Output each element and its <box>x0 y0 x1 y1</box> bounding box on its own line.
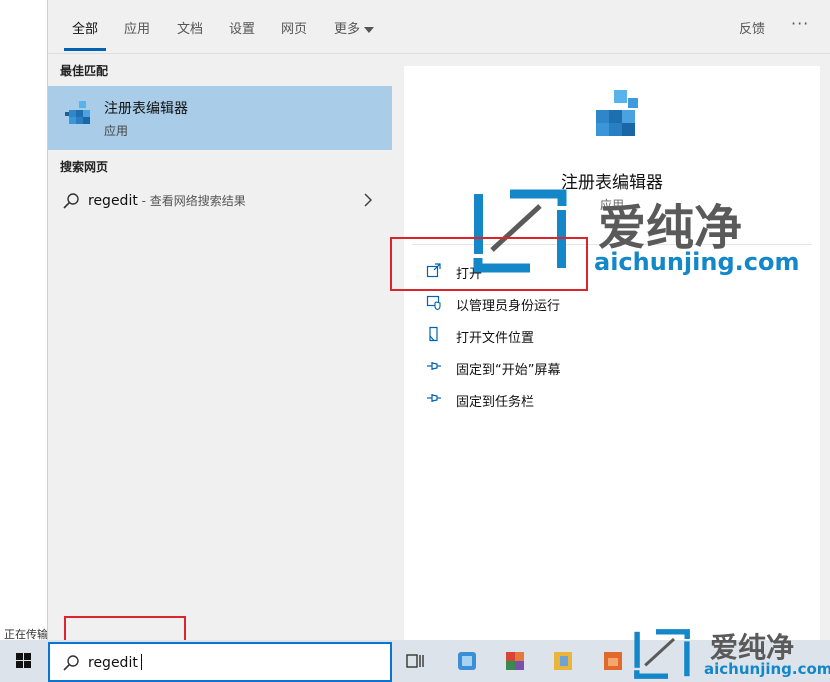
taskbar-app-yellow-icon[interactable] <box>552 650 574 672</box>
pin-icon <box>427 362 441 370</box>
shield-run-icon <box>426 295 441 310</box>
taskbar-app-red-icon[interactable] <box>504 650 526 672</box>
feedback-button[interactable]: 反馈 <box>739 18 765 37</box>
action-open-file-location[interactable]: 打开文件位置 <box>426 322 726 348</box>
action-pin-to-taskbar[interactable]: 固定到任务栏 <box>426 386 726 412</box>
best-match-heading: 最佳匹配 <box>60 64 109 78</box>
chevron-down-icon <box>364 26 375 33</box>
action-pin-to-start-label: 固定到“开始”屏幕 <box>456 363 561 378</box>
web-query-text: regedit - 查看网络搜索结果 <box>88 192 246 209</box>
search-input-value: regedit <box>88 655 138 671</box>
taskbar-app-blue-icon[interactable] <box>456 650 478 672</box>
tab-documents[interactable]: 文档 <box>177 18 203 37</box>
windows-start-icon[interactable] <box>0 640 48 682</box>
task-view-icon[interactable] <box>404 650 426 672</box>
web-search-result[interactable]: regedit - 查看网络搜索结果 <box>48 182 392 220</box>
tab-web[interactable]: 网页 <box>281 18 307 37</box>
action-run-as-admin[interactable]: 以管理员身份运行 <box>426 290 726 316</box>
search-input-text[interactable]: regedit <box>88 654 142 671</box>
more-options-button[interactable]: ··· <box>791 14 809 33</box>
search-panel: 全部 应用 文档 设置 网页 更多 反馈 ··· 最佳匹配 注册表编辑器 应用 … <box>48 0 830 640</box>
action-run-as-admin-label: 以管理员身份运行 <box>456 299 561 314</box>
chevron-right-icon[interactable] <box>362 192 374 208</box>
web-query: regedit <box>88 193 138 209</box>
best-match-type: 应用 <box>104 124 129 138</box>
web-query-suffix: - 查看网络搜索结果 <box>137 194 246 208</box>
screen: 正在传输 全部 应用 文档 设置 网页 更多 反馈 ··· 最佳匹配 注册表编辑… <box>0 0 830 682</box>
watermark-url-small: aichunjing.com <box>704 660 830 678</box>
search-icon <box>63 193 79 209</box>
tab-more-label: 更多 <box>334 22 361 37</box>
background-window-strip: 正在传输 <box>0 0 48 641</box>
action-open-file-location-label: 打开文件位置 <box>456 331 535 346</box>
tab-more[interactable]: 更多 <box>334 18 375 37</box>
tab-all[interactable]: 全部 <box>72 18 98 37</box>
pin-icon <box>427 394 441 402</box>
action-pin-to-taskbar-label: 固定到任务栏 <box>456 395 535 410</box>
watermark-logo-small-icon <box>634 629 690 679</box>
taskbar-search-box[interactable]: regedit <box>48 642 392 682</box>
app-detail-pane: 注册表编辑器 应用 打开 以管理员身份运行 打开文件位置 固定到“开始”屏幕 固… <box>404 66 820 640</box>
registry-editor-large-icon <box>596 90 638 136</box>
highlight-open-action <box>390 237 588 291</box>
tab-settings[interactable]: 设置 <box>229 18 255 37</box>
watermark-url: aichunjing.com <box>594 248 800 276</box>
text-cursor <box>140 654 142 670</box>
active-tab-indicator <box>64 48 106 51</box>
watermark-bottom: 爱纯净 aichunjing.com <box>632 626 830 682</box>
action-pin-to-start[interactable]: 固定到“开始”屏幕 <box>426 354 726 380</box>
best-match-result[interactable]: 注册表编辑器 应用 <box>48 86 392 150</box>
filter-tabs: 全部 应用 文档 设置 网页 更多 反馈 ··· <box>48 0 830 54</box>
search-web-heading: 搜索网页 <box>60 160 109 174</box>
tab-apps[interactable]: 应用 <box>124 18 150 37</box>
taskbar-app-orange-icon[interactable] <box>602 650 624 672</box>
best-match-name: 注册表编辑器 <box>104 101 188 117</box>
file-location-icon <box>429 326 438 342</box>
search-icon <box>63 655 79 671</box>
registry-editor-icon <box>65 101 90 124</box>
